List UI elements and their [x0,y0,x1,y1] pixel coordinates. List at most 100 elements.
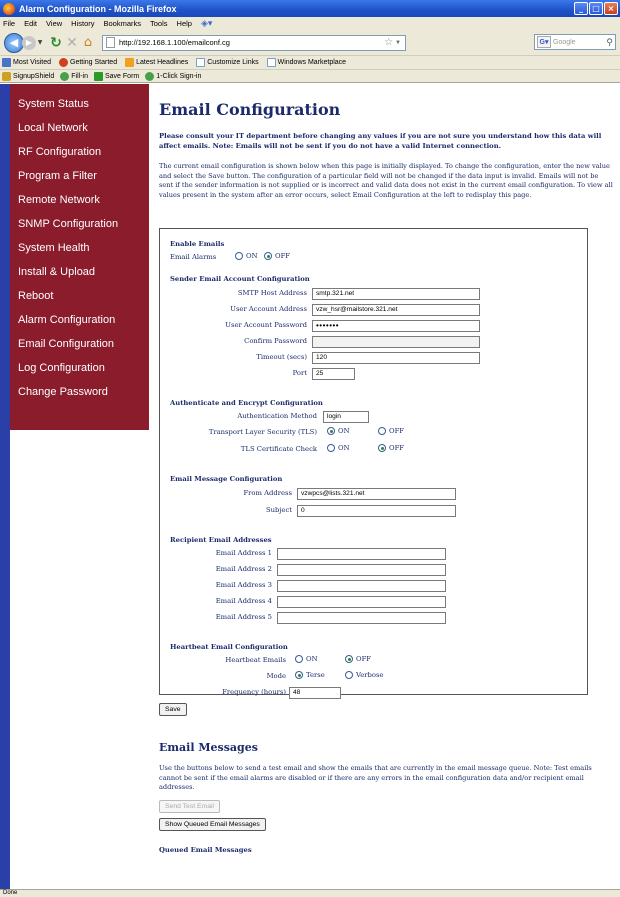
auth-method-input[interactable]: login [323,411,369,423]
left-edge-bar [0,84,10,889]
send-test-email-button[interactable]: Send Test Email [159,800,220,813]
radio-off-indicator[interactable] [378,444,386,452]
menu-tools[interactable]: Tools [150,19,168,28]
mode-terse-radio[interactable]: Terse [295,671,325,679]
menu-file[interactable]: File [3,19,15,28]
email-address-1-input[interactable] [277,548,446,560]
fill-in-button[interactable]: Fill-in [60,71,88,81]
sidebar-item-email-configuration[interactable]: Email Configuration [10,332,149,356]
sidebar-item-remote-network[interactable]: Remote Network [10,188,149,212]
stop-button[interactable]: ✕ [64,35,80,51]
sidebar-item-change-password[interactable]: Change Password [10,380,149,404]
url-bar[interactable]: http://192.168.1.100/emailconf.cg ☆ ▼ [102,34,406,51]
bookmark-most-visited[interactable]: Most Visited [2,58,51,67]
sidebar-item-local-network[interactable]: Local Network [10,116,149,140]
radio-on-indicator[interactable] [327,444,335,452]
tls-on-radio[interactable]: ON [327,427,350,435]
bookmark-star-icon[interactable]: ☆ [384,37,393,48]
home-button[interactable]: ⌂ [80,35,96,50]
subject-input[interactable]: 0 [297,505,456,517]
bookmark-customize-links[interactable]: Customize Links [196,58,259,67]
bookmark-latest-headlines[interactable]: Latest Headlines [125,58,188,67]
one-click-signin-button[interactable]: 1-Click Sign-in [145,71,201,81]
menu-history[interactable]: History [71,19,94,28]
heartbeat-on-radio[interactable]: ON [295,655,318,663]
search-bar[interactable]: G▾ Google ⚲ [534,34,616,50]
sidebar-item-system-status[interactable]: System Status [10,92,149,116]
radio-off-indicator[interactable] [378,427,386,435]
sidebar-item-snmp-configuration[interactable]: SNMP Configuration [10,212,149,236]
email-address-2-input[interactable] [277,564,446,576]
port-input[interactable]: 25 [312,368,355,380]
section-title-auth: Authenticate and Encrypt Configuration [170,399,323,407]
email-alarms-off-radio[interactable]: OFF [264,252,290,260]
bookmark-getting-started[interactable]: Getting Started [59,58,117,67]
sidebar-item-system-health[interactable]: System Health [10,236,149,260]
window-titlebar: Alarm Configuration - Mozilla Firefox _ … [0,0,620,17]
email-alarms-on-radio[interactable]: ON [235,252,258,260]
email-messages-heading: Email Messages [159,741,258,754]
email-address-3-input[interactable] [277,580,446,592]
section-title-heartbeat: Heartbeat Email Configuration [170,643,288,651]
signin-icon [145,71,155,81]
menu-bookmarks[interactable]: Bookmarks [104,19,142,28]
url-text[interactable]: http://192.168.1.100/emailconf.cg [119,38,230,47]
sidebar-item-program-filter[interactable]: Program a Filter [10,164,149,188]
heartbeat-off-radio[interactable]: OFF [345,655,371,663]
radio-terse-indicator[interactable] [295,671,303,679]
sidebar-item-reboot[interactable]: Reboot [10,284,149,308]
bookmark-windows-marketplace[interactable]: Windows Marketplace [266,58,346,67]
tls-cert-on-radio[interactable]: ON [327,444,350,452]
window-title: Alarm Configuration - Mozilla Firefox [19,3,177,14]
radio-on-indicator[interactable] [327,427,335,435]
page-title: Email Configuration [159,100,341,119]
radio-off-indicator[interactable] [345,655,353,663]
save-form-button[interactable]: Save Form [94,71,139,81]
email-address-1-label: Email Address 1 [215,549,272,557]
user-account-address-input[interactable]: vzw_hsr@mailstore.321.net [312,304,480,316]
radio-off-indicator[interactable] [264,252,272,260]
menu-help[interactable]: Help [177,19,192,28]
sidebar-item-rf-configuration[interactable]: RF Configuration [10,140,149,164]
forward-button[interactable]: ▶ [22,35,36,50]
sidebar-item-alarm-configuration[interactable]: Alarm Configuration [10,308,149,332]
page-icon [106,37,115,48]
mode-verbose-radio[interactable]: Verbose [345,671,384,679]
save-button[interactable]: Save [159,703,187,716]
signupshield-button[interactable]: SignupShield [2,71,54,81]
minimize-button[interactable]: _ [574,2,588,15]
smtp-host-input[interactable]: smtp.321.net [312,288,480,300]
tls-off-radio[interactable]: OFF [378,427,404,435]
frequency-input[interactable]: 48 [289,687,341,699]
back-button[interactable]: ◀ [4,32,24,53]
search-placeholder[interactable]: Google [553,39,576,46]
tls-cert-off-radio[interactable]: OFF [378,444,404,452]
radio-on-indicator[interactable] [235,252,243,260]
bookmarks-toolbar: Most Visited Getting Started Latest Head… [0,55,620,69]
sidebar-item-log-configuration[interactable]: Log Configuration [10,356,149,380]
radio-on-indicator[interactable] [295,655,303,663]
email-address-5-input[interactable] [277,612,446,624]
maximize-button[interactable]: □ [589,2,603,15]
sidebar-item-install-upload[interactable]: Install & Upload [10,260,149,284]
history-dropdown-icon[interactable]: ▼ [36,39,44,46]
url-dropdown-icon[interactable]: ▼ [395,40,401,46]
from-address-input[interactable]: vzwpcs@lists.321.net [297,488,456,500]
timeout-input[interactable]: 120 [312,352,480,364]
menu-edit[interactable]: Edit [24,19,37,28]
email-address-4-input[interactable] [277,596,446,608]
close-button[interactable]: × [604,2,618,15]
tls-label: Transport Layer Security (TLS) [208,428,317,436]
email-address-5-label: Email Address 5 [215,613,272,621]
email-messages-text: Use the buttons below to send a test ema… [159,764,592,791]
search-engine-icon[interactable]: G▾ [537,36,551,48]
reload-button[interactable]: ↻ [48,35,64,51]
confirm-password-input[interactable] [312,336,480,348]
radio-verbose-indicator[interactable] [345,671,353,679]
addon-icon[interactable]: ◈▾ [201,18,212,29]
search-icon[interactable]: ⚲ [606,37,613,48]
show-queued-messages-button[interactable]: Show Queued Email Messages [159,818,266,831]
user-account-password-input[interactable]: ••••••• [312,320,480,332]
menu-view[interactable]: View [46,19,62,28]
confirm-password-label: Confirm Password [244,337,307,345]
